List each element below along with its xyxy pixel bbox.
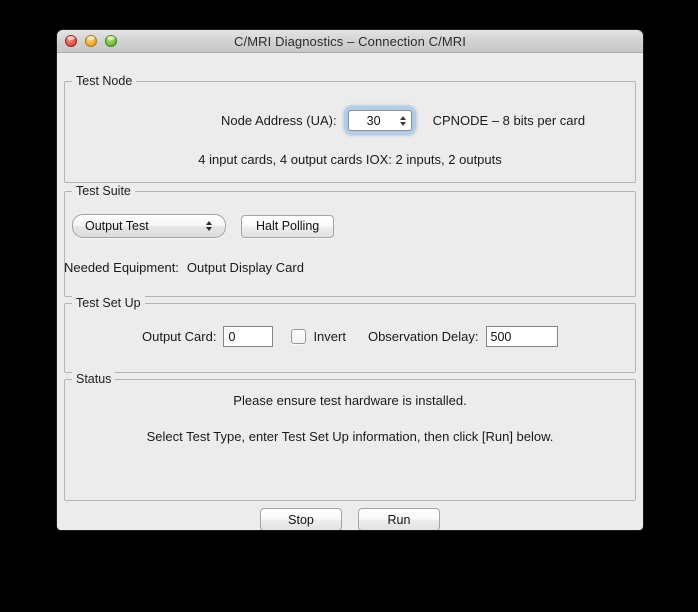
status-message-secondary: Select Test Type, enter Test Set Up info…	[146, 429, 554, 444]
needed-equipment-label: Needed Equipment:	[64, 260, 179, 275]
run-button[interactable]: Run	[358, 508, 440, 530]
invert-label: Invert	[313, 329, 346, 344]
invert-checkbox[interactable]	[291, 329, 307, 344]
node-address-row: Node Address (UA): 30 CPNODE – 8 bits pe…	[221, 107, 585, 134]
needed-equipment-row: Needed Equipment: Output Display Card	[64, 260, 304, 275]
card-summary-row: 4 input cards, 4 output cards IOX: 2 inp…	[57, 152, 643, 167]
test-suite-group-title: Test Suite	[72, 184, 135, 198]
action-button-bar: Stop Run	[57, 508, 643, 530]
test-type-selected-value: Output Test	[85, 219, 149, 233]
status-message-primary: Please ensure test hardware is installed…	[233, 393, 467, 408]
stop-button[interactable]: Stop	[260, 508, 342, 530]
node-address-stepper-arrows-icon[interactable]	[399, 115, 406, 126]
window-titlebar: C/MRI Diagnostics – Connection C/MRI	[57, 30, 643, 53]
halt-polling-button[interactable]: Halt Polling	[241, 214, 335, 238]
chevron-down-icon	[206, 227, 212, 231]
node-address-label: Node Address (UA):	[221, 113, 337, 128]
application-window: C/MRI Diagnostics – Connection C/MRI Tes…	[57, 30, 643, 530]
maximize-window-icon[interactable]	[105, 35, 117, 47]
needed-equipment-value: Output Display Card	[186, 260, 304, 275]
observation-delay-input[interactable]: 500	[485, 326, 558, 347]
chevron-updown-icon	[206, 221, 212, 231]
window-content: Test Node Node Address (UA): 30 CPNODE –…	[57, 53, 643, 530]
stepper-down-icon[interactable]	[399, 121, 406, 126]
node-address-focus-ring: 30	[344, 107, 415, 134]
node-address-stepper[interactable]: 30	[347, 110, 412, 131]
output-card-label: Output Card:	[142, 329, 217, 344]
observation-delay-label: Observation Delay:	[367, 329, 479, 344]
test-type-select[interactable]: Output Test	[72, 214, 226, 238]
card-summary: 4 input cards, 4 output cards IOX: 2 inp…	[198, 152, 502, 167]
test-setup-group-title: Test Set Up	[72, 296, 145, 310]
window-controls	[65, 35, 117, 47]
test-node-group-title: Test Node	[72, 74, 137, 88]
test-suite-group: Test Suite	[64, 184, 636, 297]
node-type-info: CPNODE – 8 bits per card	[432, 113, 586, 128]
minimize-window-icon[interactable]	[85, 35, 97, 47]
test-suite-controls-row: Output Test Halt Polling	[72, 214, 335, 238]
stepper-up-icon[interactable]	[399, 115, 406, 120]
chevron-up-icon	[206, 221, 212, 225]
status-group-title: Status	[72, 372, 116, 386]
test-setup-controls-row: Output Card: 0 Invert Observation Delay:…	[142, 326, 558, 347]
window-title: C/MRI Diagnostics – Connection C/MRI	[234, 33, 466, 49]
output-card-input[interactable]: 0	[223, 326, 274, 347]
close-window-icon[interactable]	[65, 35, 77, 47]
